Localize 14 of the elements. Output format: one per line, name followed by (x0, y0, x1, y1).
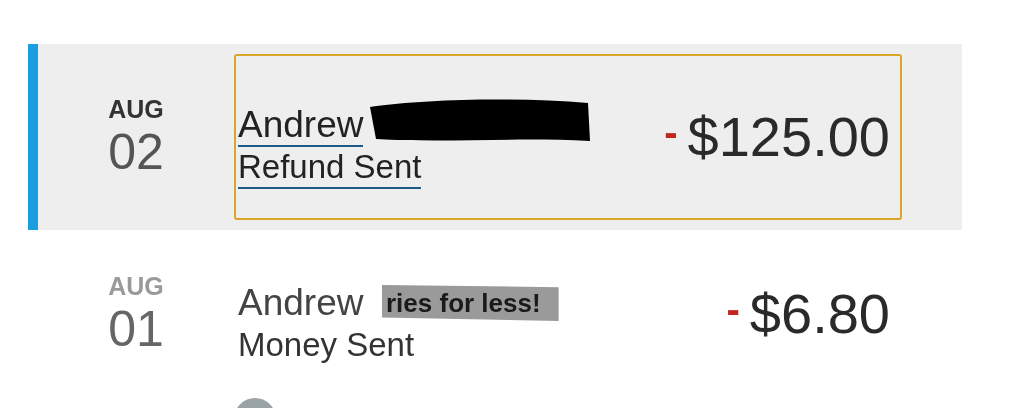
transaction-row[interactable]: AUG 02 Andrew Refund Sent - $125.00 (28, 44, 962, 230)
amount: $125.00 (687, 105, 890, 169)
date-month: AUG (108, 94, 164, 124)
redaction-sticker: ries for less! (382, 285, 559, 321)
date-day: 02 (108, 124, 164, 180)
date-day: 01 (108, 301, 164, 357)
date-month: AUG (108, 271, 164, 301)
minus-sign: - (726, 289, 740, 329)
recipient-name[interactable]: Andrew (238, 282, 364, 323)
minus-sign: - (664, 112, 678, 152)
transaction-type: Refund Sent (238, 147, 422, 189)
amount: $6.80 (749, 282, 890, 346)
transaction-type: Money Sent (238, 325, 415, 365)
recipient-name[interactable]: Andrew (238, 104, 364, 147)
